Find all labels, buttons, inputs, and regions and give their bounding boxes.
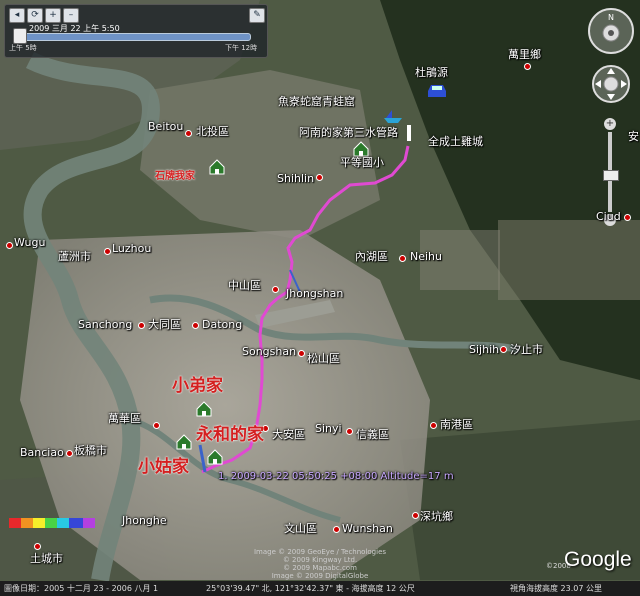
place-dot [185,130,192,137]
place-dot [316,174,323,181]
place-label: Wunshan [342,522,393,535]
place-label: 全成土雞城 [428,135,483,148]
zoom-thumb[interactable] [603,170,619,181]
place-label: 平等國小 [340,156,384,169]
pointer-coordinates: 25°03'39.47" 北, 121°32'42.37" 東 - 海拔高度 1… [206,584,415,593]
place-label: 板橋市 [74,444,107,457]
status-bar: 圖像日期：2005 十二月 23 - 2006 八月 1 25°03'39.47… [0,581,640,596]
place-dot [333,526,340,533]
settings-wrench-icon[interactable]: ✎ [249,8,265,23]
imagery-credits: Image © 2009 GeoEye / Technologies © 200… [250,548,390,580]
place-label: 汐止市 [510,343,543,356]
place-label: 魚寮蛇窟青蛙窟 [278,95,355,108]
credit-line: Image © 2009 GeoEye / Technologies [253,548,387,556]
time-slider-end: 下午 12時 [225,44,258,52]
place-label: Datong [202,318,243,331]
place-label: 南港區 [440,418,473,431]
place-label: Songshan [242,345,297,358]
place-dot [430,422,437,429]
place-label: Jhongshan [286,287,344,300]
zoom-in-icon[interactable]: + [604,118,616,130]
place-dot [412,512,419,519]
play-back-icon[interactable]: ◂ [9,8,25,23]
place-dot [104,248,111,255]
navigation-controls[interactable]: N [586,6,636,116]
place-label: 安 [628,130,639,143]
place-dot [6,242,13,249]
place-label: 蘆洲市 [58,250,91,263]
place-label: 內湖區 [355,250,388,263]
place-dot [524,63,531,70]
time-slider-thumb[interactable] [13,28,27,44]
place-label: 大安區 [272,428,305,441]
place-label: 永和的家 [196,425,264,445]
place-label: Sijhih [469,343,500,356]
place-dot [500,346,507,353]
place-label: Beitou [148,120,184,133]
place-label: Neihu [410,250,442,263]
time-slider-panel: ◂ ⟳ + – ✎ 2009 三月 22 上午 5:50 上午 5時 下午 12… [4,4,268,58]
place-label: 萬華區 [108,412,141,425]
house-icon[interactable] [208,158,226,176]
place-dot [624,214,631,221]
place-label: 石牌我家 [155,171,195,182]
place-dot [192,322,199,329]
place-label: 北投區 [196,125,229,138]
map-view[interactable]: ◂ ⟳ + – ✎ 2009 三月 22 上午 5:50 上午 5時 下午 12… [0,0,640,596]
place-label: Sanchong [78,318,133,331]
credit-line: © 2009 Kingway Ltd. [282,556,358,564]
place-label: 小姑家 [138,457,189,477]
boat-icon[interactable] [382,108,404,124]
place-dot [298,350,305,357]
zoom-out-time-icon[interactable]: – [63,8,79,23]
place-label: Banciao [20,446,64,459]
clock-icon[interactable]: ⟳ [27,8,43,23]
place-label: 信義區 [356,428,389,441]
svg-text:N: N [608,13,614,22]
place-label: 松山區 [307,352,340,365]
place-label: 小弟家 [172,376,223,396]
place-dot [66,450,73,457]
credit-line: Image © 2009 DigitalGlobe [271,572,369,580]
speed-color-legend [9,518,95,528]
google-logo: Google [564,548,632,571]
place-label: Sinyi [315,422,342,435]
place-label: 深坑鄉 [420,510,453,523]
place-label: 萬里鄉 [508,48,541,61]
start-pin-icon[interactable] [407,125,411,141]
place-label: Jhonghe [122,514,167,527]
time-slider-track[interactable] [17,33,251,41]
zoom-in-time-icon[interactable]: + [45,8,61,23]
house-icon[interactable] [195,400,213,418]
time-slider-start: 上午 5時 [9,44,37,52]
place-label: Shihlin [277,172,315,185]
gps-point-label: 1. 2009-03-22 05:50:25 +08:00 Altitude=1… [218,471,454,482]
place-label: 阿南的家第三水管路 [299,126,398,139]
place-dot [153,422,160,429]
eye-altitude: 視角海拔高度 23.07 公里 [510,584,602,593]
imagery-date: 圖像日期：2005 十二月 23 - 2006 八月 1 [4,584,159,593]
credit-line: © 2009 Mapabc.com [283,564,357,572]
place-label: Luzhou [112,242,152,255]
house-icon[interactable] [175,433,193,451]
place-label: 杜鵑源 [415,66,448,79]
place-label: Ciud [596,210,621,223]
place-dot [34,543,41,550]
place-label: 土城市 [30,552,63,565]
place-dot [272,286,279,293]
place-label: 大同區 [148,318,181,331]
place-label: 中山區 [228,279,261,292]
house-icon[interactable] [206,448,224,466]
place-dot [346,428,353,435]
car-icon[interactable] [425,82,449,100]
place-dot [399,255,406,262]
place-label: 文山區 [284,522,317,535]
place-dot [138,322,145,329]
place-label: Wugu [14,236,46,249]
